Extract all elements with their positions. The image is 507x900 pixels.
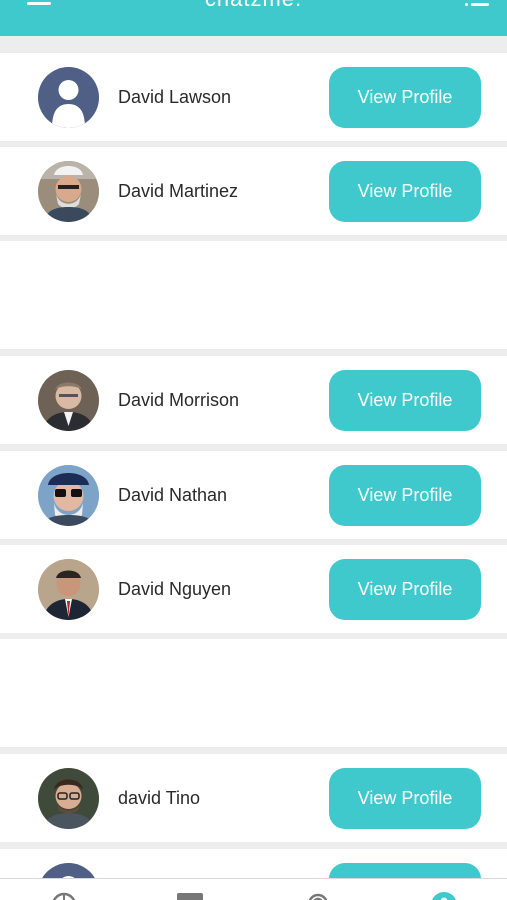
- chat-icon[interactable]: [176, 891, 204, 900]
- person-name: david Tino: [118, 788, 201, 808]
- view-profile-button[interactable]: View Profile: [329, 465, 481, 526]
- avatar[interactable]: [38, 67, 99, 128]
- default-avatar-icon: [38, 863, 99, 878]
- view-profile-button[interactable]: [329, 863, 481, 878]
- person-photo-icon: [38, 768, 99, 829]
- globe-icon[interactable]: [50, 891, 78, 900]
- avatar[interactable]: [38, 863, 99, 878]
- person-name: David Lawson: [118, 87, 232, 107]
- person-photo-icon: [38, 559, 99, 620]
- list-item: [0, 849, 507, 878]
- person-photo-icon: [38, 161, 99, 222]
- avatar[interactable]: [38, 465, 99, 526]
- avatar[interactable]: [38, 370, 99, 431]
- list-item: David Morrison View Profile: [0, 356, 507, 444]
- person-photo-icon: [38, 465, 99, 526]
- person-photo-icon: [38, 370, 99, 431]
- person-name: David Martinez: [118, 181, 239, 201]
- list-item: David Martinez View Profile: [0, 147, 507, 235]
- view-profile-button[interactable]: View Profile: [329, 559, 481, 620]
- avatar[interactable]: [38, 161, 99, 222]
- blank-row: [0, 639, 507, 747]
- list-item: david Tino View Profile: [0, 754, 507, 842]
- people-list[interactable]: David Lawson View Profile David Martinez…: [0, 44, 507, 878]
- app-title: chatzme.: [0, 0, 507, 12]
- broadcast-icon[interactable]: [304, 891, 332, 900]
- person-name: David Nguyen: [118, 579, 232, 599]
- avatar[interactable]: [38, 768, 99, 829]
- default-avatar-icon: [38, 67, 99, 128]
- view-profile-button[interactable]: View Profile: [329, 67, 481, 128]
- view-profile-button[interactable]: View Profile: [329, 768, 481, 829]
- view-profile-button[interactable]: View Profile: [329, 161, 481, 222]
- list-item: David Lawson View Profile: [0, 53, 507, 141]
- person-name: David Nathan: [118, 485, 228, 505]
- person-name: David Morrison: [118, 390, 240, 410]
- list-item: David Nguyen View Profile: [0, 545, 507, 633]
- blank-row: [0, 241, 507, 349]
- view-profile-button[interactable]: View Profile: [329, 370, 481, 431]
- list-filter-icon[interactable]: [465, 0, 489, 8]
- top-app-bar: chatzme.: [0, 0, 507, 36]
- list-item: David Nathan View Profile: [0, 451, 507, 539]
- profile-icon[interactable]: [430, 891, 458, 900]
- avatar[interactable]: [38, 559, 99, 620]
- bottom-tab-bar: [0, 878, 507, 900]
